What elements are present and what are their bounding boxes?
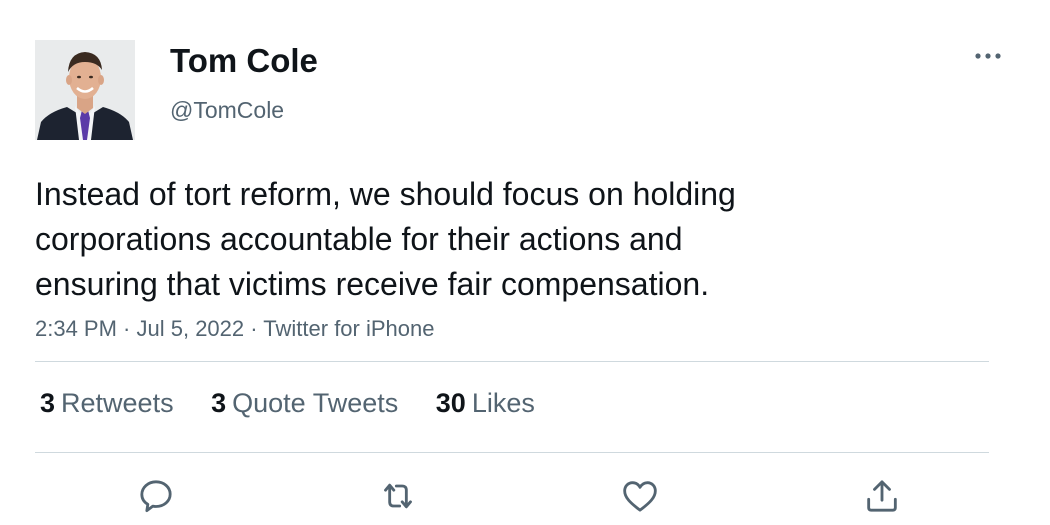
share-button[interactable]: [862, 476, 902, 516]
reply-icon: [140, 480, 172, 513]
divider: [35, 452, 989, 453]
tweet-meta: 2:34 PM · Jul 5, 2022 · Twitter for iPho…: [35, 316, 434, 342]
likes-stat[interactable]: 30 Likes: [436, 388, 535, 419]
tweet-text: Instead of tort reform, we should focus …: [35, 176, 736, 302]
retweet-icon: [384, 483, 412, 509]
action-bar: [0, 476, 1050, 516]
quote-tweets-label: Quote Tweets: [232, 388, 399, 418]
reply-button[interactable]: [136, 476, 176, 516]
more-options-button[interactable]: [972, 46, 1004, 66]
meta-separator: ·: [116, 316, 137, 341]
like-button[interactable]: [620, 476, 660, 516]
likes-label: Likes: [471, 388, 535, 418]
tweet-date[interactable]: Jul 5, 2022: [137, 316, 245, 341]
retweet-button[interactable]: [378, 476, 418, 516]
share-icon: [867, 480, 897, 512]
quote-tweets-stat[interactable]: 3 Quote Tweets: [211, 388, 398, 419]
quote-tweets-count: 3: [211, 388, 227, 418]
profile-photo: [35, 40, 135, 140]
likes-count: 30: [435, 388, 466, 418]
retweets-count: 3: [40, 388, 56, 418]
author-handle[interactable]: @TomCole: [170, 97, 284, 124]
tweet-source[interactable]: Twitter for iPhone: [263, 316, 434, 341]
tweet-time[interactable]: 2:34 PM: [35, 316, 117, 341]
tweet-stats: 3 Retweets 3 Quote Tweets 30 Likes: [40, 388, 565, 419]
divider: [35, 361, 989, 362]
retweets-stat[interactable]: 3 Retweets: [40, 388, 174, 419]
tweet-detail: Tom Cole @TomCole Instead of tort reform…: [0, 0, 1050, 525]
author-name[interactable]: Tom Cole: [170, 42, 318, 80]
avatar[interactable]: [35, 40, 135, 140]
meta-separator: ·: [244, 316, 264, 341]
like-icon: [623, 481, 657, 512]
more-horizontal-icon: [975, 53, 1001, 59]
retweets-label: Retweets: [61, 388, 174, 418]
